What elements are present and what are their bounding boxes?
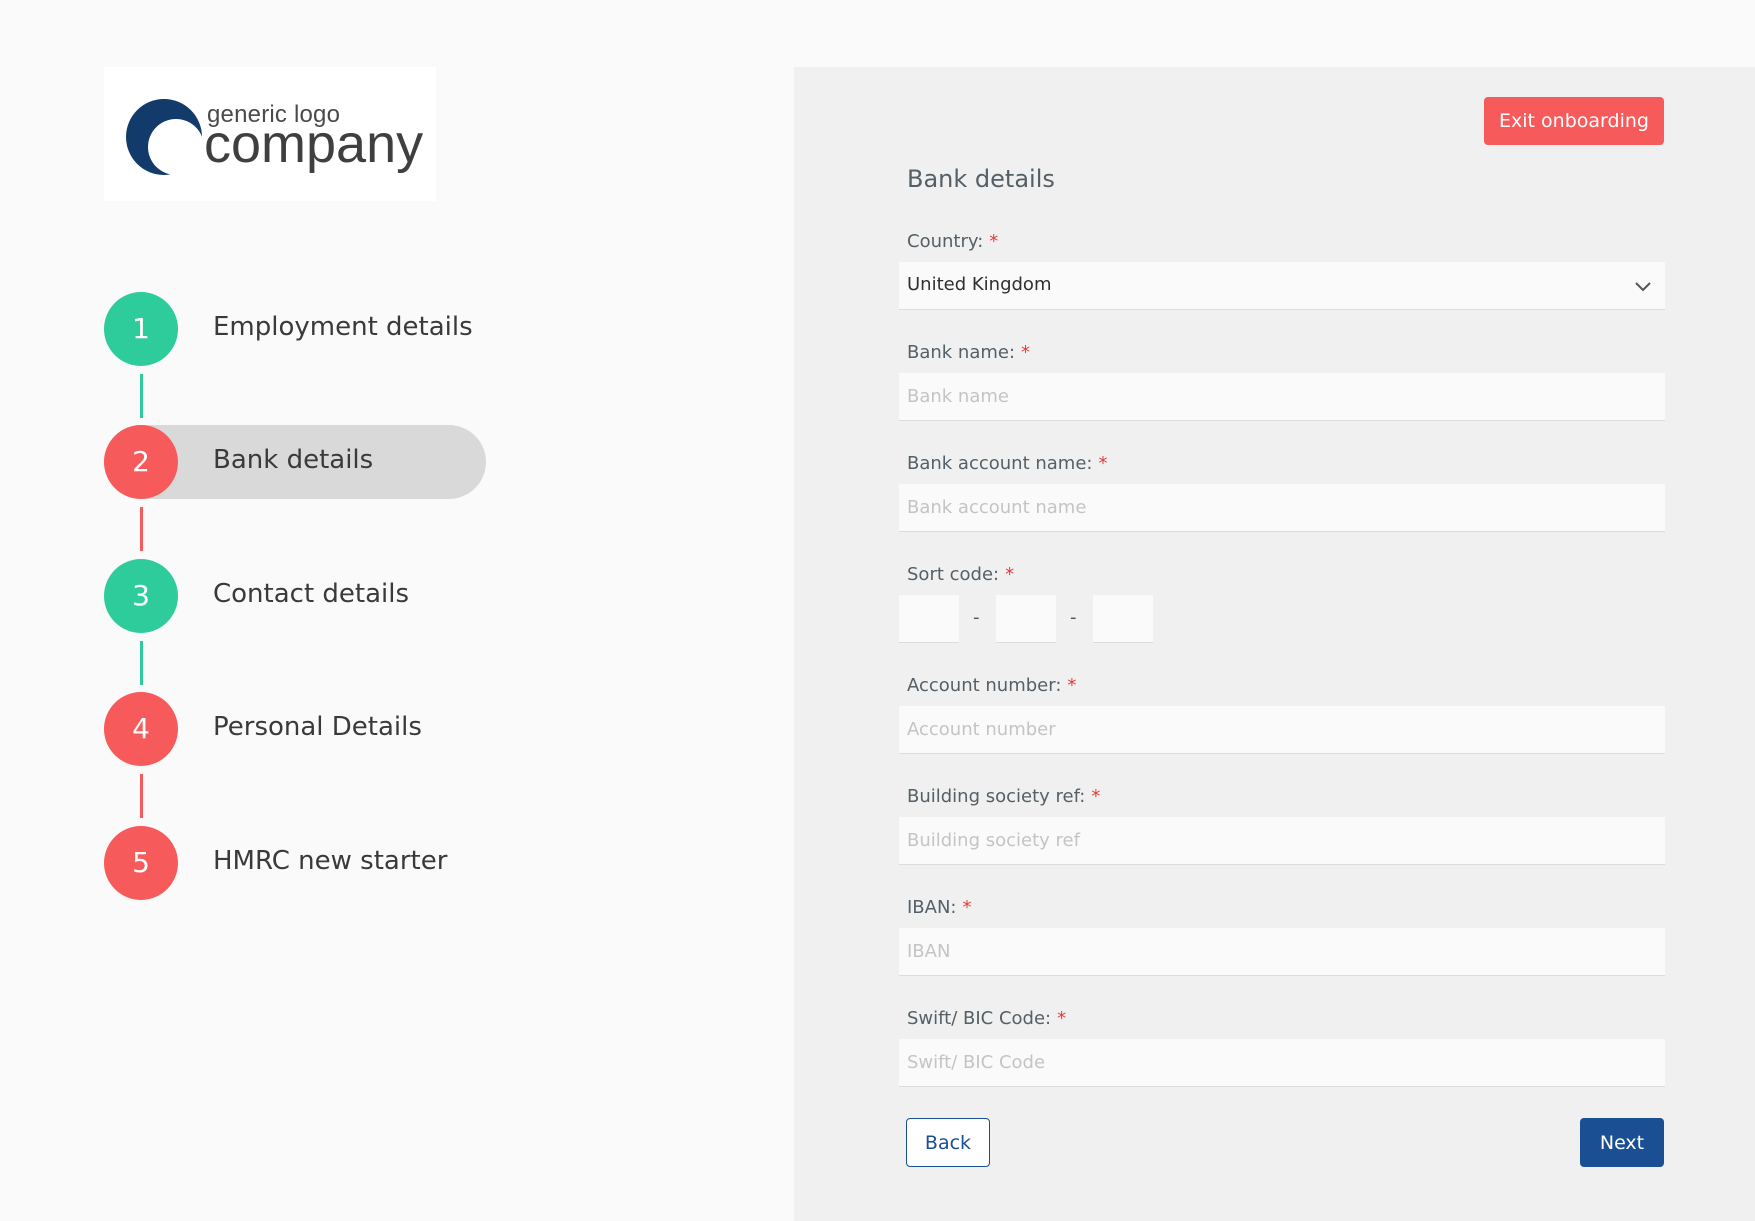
step-label: Personal Details (213, 712, 422, 742)
building-society-ref-input[interactable] (899, 817, 1665, 865)
step-contact-details[interactable]: 3 Contact details (104, 559, 488, 633)
step-label: Employment details (213, 312, 473, 342)
step-label: HMRC new starter (213, 846, 448, 876)
exit-onboarding-button[interactable]: Exit onboarding (1484, 97, 1664, 145)
required-mark: * (1005, 564, 1015, 585)
required-mark: * (989, 231, 999, 252)
step-label: Contact details (213, 579, 410, 609)
required-mark: * (1057, 1008, 1067, 1029)
step-bank-details[interactable]: 2 Bank details (104, 425, 488, 499)
step-employment-details[interactable]: 1 Employment details (104, 292, 488, 366)
bank-name-label: Bank name: * (907, 342, 1031, 363)
step-number-badge: 2 (104, 425, 178, 499)
step-personal-details[interactable]: 4 Personal Details (104, 692, 488, 766)
crescent-logo-icon (126, 99, 204, 175)
sort-code-part-3[interactable] (1093, 595, 1153, 643)
sort-code-separator: - (1070, 607, 1077, 628)
step-number-badge: 5 (104, 826, 178, 900)
sort-code-label: Sort code: * (907, 564, 1015, 585)
form-panel: Exit onboarding Bank details Country: * U… (794, 67, 1755, 1221)
required-mark: * (962, 897, 972, 918)
step-connector (140, 507, 143, 551)
swift-bic-label: Swift/ BIC Code: * (907, 1008, 1067, 1029)
required-mark: * (1021, 342, 1031, 363)
form-title: Bank details (907, 165, 1055, 193)
step-number-badge: 1 (104, 292, 178, 366)
step-connector (140, 774, 143, 818)
step-number-badge: 4 (104, 692, 178, 766)
sort-code-separator: - (973, 607, 980, 628)
bank-name-input[interactable] (899, 373, 1665, 421)
step-connector (140, 641, 143, 685)
step-hmrc-new-starter[interactable]: 5 HMRC new starter (104, 826, 488, 900)
required-mark: * (1098, 453, 1108, 474)
sort-code-part-1[interactable] (899, 595, 959, 643)
next-button[interactable]: Next (1580, 1118, 1664, 1167)
step-number-badge: 3 (104, 559, 178, 633)
account-number-input[interactable] (899, 706, 1665, 754)
iban-label: IBAN: * (907, 897, 972, 918)
swift-bic-input[interactable] (899, 1039, 1665, 1087)
step-label: Bank details (213, 445, 374, 475)
sort-code-part-2[interactable] (996, 595, 1056, 643)
building-society-ref-label: Building society ref: * (907, 786, 1101, 807)
company-logo: generic logo company (104, 67, 436, 201)
bank-account-name-label: Bank account name: * (907, 453, 1108, 474)
logo-text-large: company (204, 114, 424, 174)
step-connector (140, 374, 143, 418)
country-selected-value: United Kingdom (907, 274, 1052, 295)
back-button[interactable]: Back (906, 1118, 990, 1167)
account-number-label: Account number: * (907, 675, 1077, 696)
bank-account-name-input[interactable] (899, 484, 1665, 532)
chevron-down-icon (1635, 282, 1651, 292)
required-mark: * (1067, 675, 1077, 696)
iban-input[interactable] (899, 928, 1665, 976)
country-select[interactable]: United Kingdom (899, 262, 1665, 310)
required-mark: * (1091, 786, 1101, 807)
country-label: Country: * (907, 231, 999, 252)
